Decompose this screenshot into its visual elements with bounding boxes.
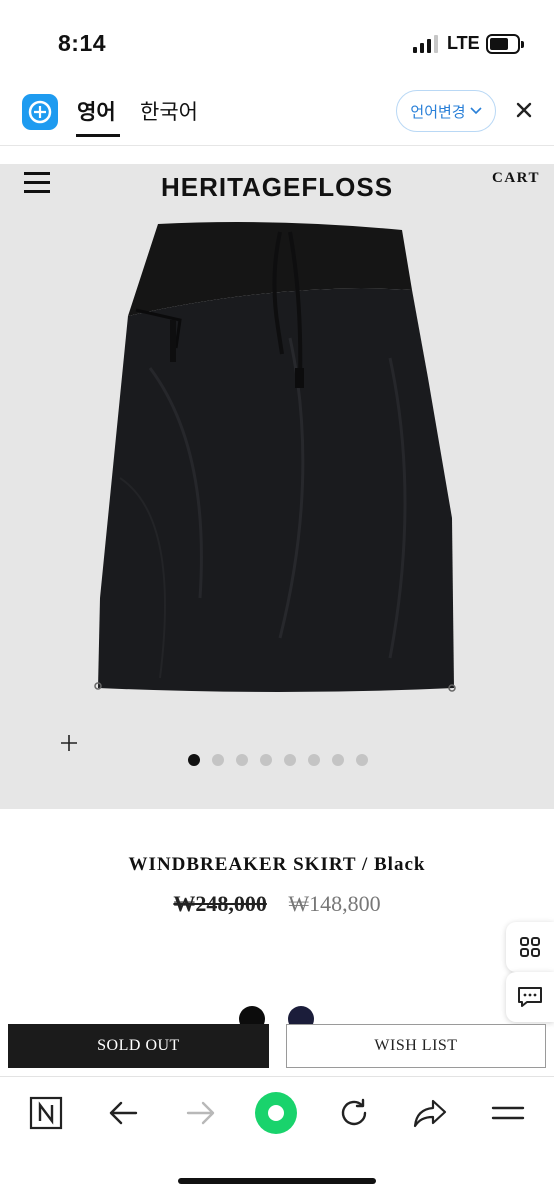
- price-row: ₩248,000 ₩148,800: [0, 891, 554, 917]
- zoom-plus-icon[interactable]: [60, 734, 78, 752]
- gallery-dot[interactable]: [332, 754, 344, 766]
- refresh-icon[interactable]: [336, 1095, 372, 1131]
- translate-logo-icon: [22, 94, 58, 130]
- chat-icon: [518, 987, 542, 1007]
- signal-icon: [413, 35, 439, 53]
- status-time: 8:14: [58, 30, 107, 56]
- gallery-dot[interactable]: [356, 754, 368, 766]
- change-language-label: 언어변경: [410, 103, 466, 121]
- tab-korean[interactable]: 한국어: [140, 96, 198, 126]
- gallery-dot[interactable]: [236, 754, 248, 766]
- gallery-pagination: [188, 754, 368, 766]
- gallery-dot[interactable]: [308, 754, 320, 766]
- gallery-dot[interactable]: [212, 754, 224, 766]
- translate-bar: 영어 한국어 언어변경: [0, 80, 554, 146]
- cart-link[interactable]: CART: [492, 170, 540, 187]
- forward-arrow-icon[interactable]: [183, 1095, 219, 1131]
- chat-button[interactable]: [506, 972, 554, 1022]
- grid-icon: [520, 937, 540, 957]
- home-circle-icon[interactable]: [254, 1091, 298, 1135]
- back-arrow-icon[interactable]: [105, 1095, 141, 1131]
- brand-logo[interactable]: HERITAGEFLOSS: [0, 172, 554, 203]
- wish-list-button[interactable]: WISH LIST: [286, 1024, 546, 1068]
- product-image: [94, 222, 456, 692]
- active-tab-underline: [76, 134, 120, 137]
- change-language-button[interactable]: 언어변경: [396, 90, 496, 132]
- product-name: WINDBREAKER SKIRT / Black: [128, 854, 426, 875]
- home-indicator: [178, 1178, 376, 1184]
- grid-view-button[interactable]: [506, 922, 554, 972]
- gallery-dot[interactable]: [284, 754, 296, 766]
- status-bar: 8:14 LTE: [0, 0, 554, 80]
- menu-icon[interactable]: [490, 1095, 526, 1131]
- gallery-dot[interactable]: [188, 754, 200, 766]
- tab-english[interactable]: 영어: [77, 96, 116, 126]
- sale-price: ₩148,800: [288, 891, 381, 916]
- sold-out-button[interactable]: SOLD OUT: [8, 1024, 269, 1068]
- original-price: ₩248,000: [173, 891, 267, 916]
- battery-icon: [486, 34, 524, 54]
- naver-icon[interactable]: [28, 1095, 64, 1131]
- network-label: LTE: [447, 33, 480, 53]
- close-icon[interactable]: [512, 98, 536, 122]
- chevron-down-icon: [470, 107, 482, 115]
- gallery-dot[interactable]: [260, 754, 272, 766]
- share-icon[interactable]: [412, 1095, 448, 1131]
